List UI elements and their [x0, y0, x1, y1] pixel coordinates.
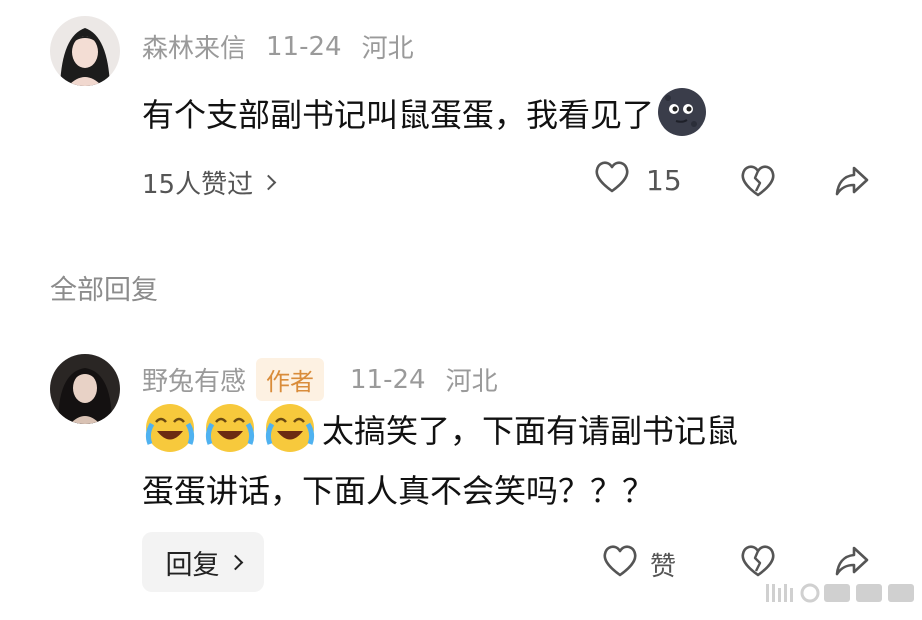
laughing-crying-emoji [262, 400, 318, 456]
reply-text-line-2: 蛋蛋讲话，下面人真不会笑吗？？？ [142, 472, 655, 510]
share-icon [834, 544, 870, 585]
all-replies-title: 全部回复 [50, 275, 158, 306]
commenter-username[interactable]: 森林来信 [142, 28, 246, 65]
comment-like-button[interactable]: 15 [594, 160, 682, 201]
reply-meta: 野兔有感 作者 11-24 河北 [142, 358, 498, 401]
broken-heart-icon [740, 544, 776, 585]
reply-text-block: 太搞笑了，下面有请副书记鼠 蛋蛋讲话，下面人真不会笑吗？？？ [142, 400, 738, 521]
likes-list-label: 15人赞过 [142, 170, 254, 200]
reply-dislike-button[interactable] [740, 544, 776, 585]
share-icon [834, 164, 870, 205]
reply-button-label: 回复 [165, 549, 220, 581]
heart-icon [594, 160, 630, 201]
comment-share-button[interactable] [834, 164, 870, 205]
commenter-meta: 森林来信 11-24 河北 [142, 28, 414, 65]
comment-dislike-button[interactable] [740, 164, 776, 205]
dark-moon-face-emoji [654, 84, 710, 140]
comment-date: 11-24 [266, 31, 342, 62]
reply-like-button[interactable]: 赞 [602, 544, 676, 585]
comment-text: 有个支部副书记叫鼠蛋蛋，我看见了 [142, 96, 655, 134]
reply-author-avatar[interactable] [50, 354, 120, 424]
reply-text-line-1: 太搞笑了，下面有请副书记鼠 [322, 412, 739, 450]
reply-username[interactable]: 野兔有感 [142, 361, 246, 398]
reply-like-label: 赞 [650, 552, 677, 582]
heart-icon [602, 544, 638, 585]
reply-location: 河北 [445, 367, 498, 397]
reply-date: 11-24 [350, 364, 426, 395]
likes-list-link[interactable]: 15人赞过 [142, 164, 277, 201]
comment-text-block: 有个支部副书记叫鼠蛋蛋，我看见了 [142, 84, 714, 145]
laughing-crying-emoji [202, 400, 258, 456]
laughing-crying-emoji [142, 400, 198, 456]
commenter-avatar[interactable] [50, 16, 120, 86]
broken-heart-icon [740, 164, 776, 205]
reply-share-button[interactable] [834, 544, 870, 585]
author-badge: 作者 [256, 358, 325, 401]
comment-location: 河北 [361, 34, 414, 64]
chevron-right-icon [227, 554, 243, 570]
reply-text-line-1-row: 太搞笑了，下面有请副书记鼠 [142, 400, 738, 461]
comment-like-count: 15 [646, 164, 682, 197]
watermark-graphic [762, 580, 922, 606]
reply-button[interactable]: 回复 [142, 532, 264, 592]
chevron-right-icon [260, 174, 277, 191]
